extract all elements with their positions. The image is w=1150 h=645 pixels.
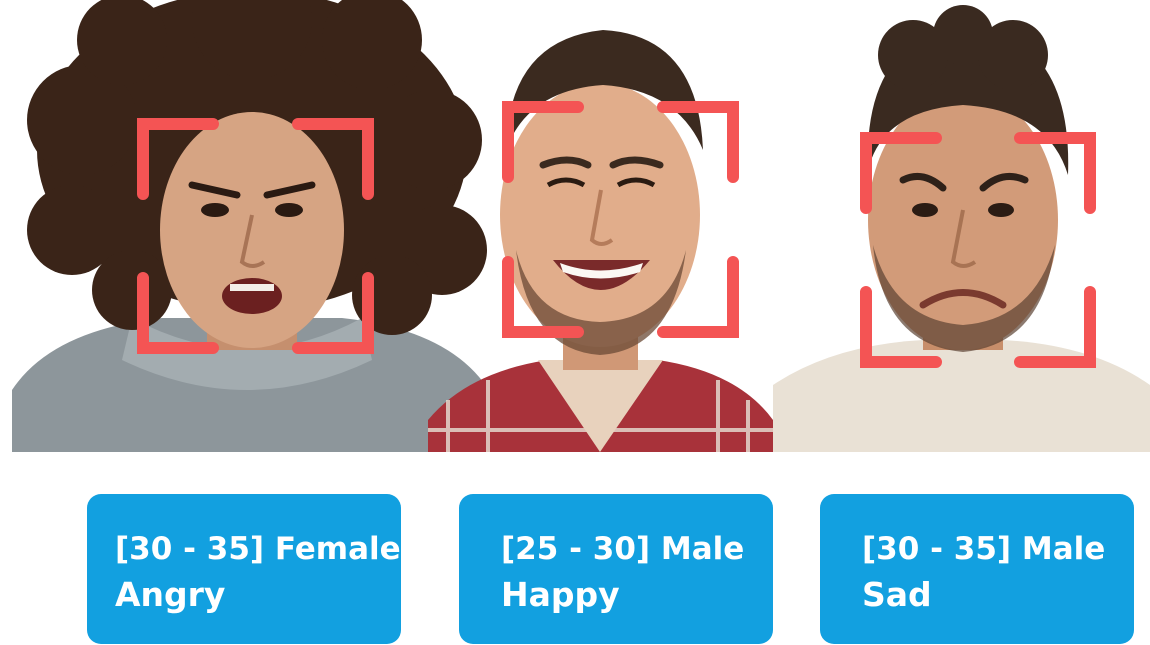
face-emotion-detection-figure: [30 - 35] Female Angry [25 - 30] Male Ha… <box>0 0 1150 645</box>
face-3-demographic: [30 - 35] Male <box>862 531 1106 567</box>
face-1-emotion: Angry <box>115 575 226 614</box>
face-1-frame-bottom-left-corner <box>137 272 219 354</box>
face-3-frame-bottom-left-corner <box>860 286 942 368</box>
face-2-frame-bottom-left-corner <box>502 256 584 338</box>
face-3-emotion: Sad <box>862 575 932 614</box>
face-2-emotion: Happy <box>501 575 620 614</box>
face-1-demographic: [30 - 35] Female <box>115 531 401 567</box>
face-1-frame-top-left-corner <box>137 118 219 200</box>
face-2-demographic: [25 - 30] Male <box>501 531 745 567</box>
face-label-card-3: [30 - 35] Male Sad <box>820 494 1134 644</box>
face-label-card-2: [25 - 30] Male Happy <box>459 494 773 644</box>
face-1-frame-top-right-corner <box>292 118 374 200</box>
face-2-frame-bottom-right-corner <box>657 256 739 338</box>
face-3-frame-top-right-corner <box>1014 132 1096 214</box>
face-detection-frames <box>137 101 1096 368</box>
face-2-frame-top-right-corner <box>657 101 739 183</box>
face-label-card-1: [30 - 35] Female Angry <box>87 494 401 644</box>
face-2-frame-top-left-corner <box>502 101 584 183</box>
face-1-frame-bottom-right-corner <box>292 272 374 354</box>
face-3-frame-bottom-right-corner <box>1014 286 1096 368</box>
face-3-frame-top-left-corner <box>860 132 942 214</box>
